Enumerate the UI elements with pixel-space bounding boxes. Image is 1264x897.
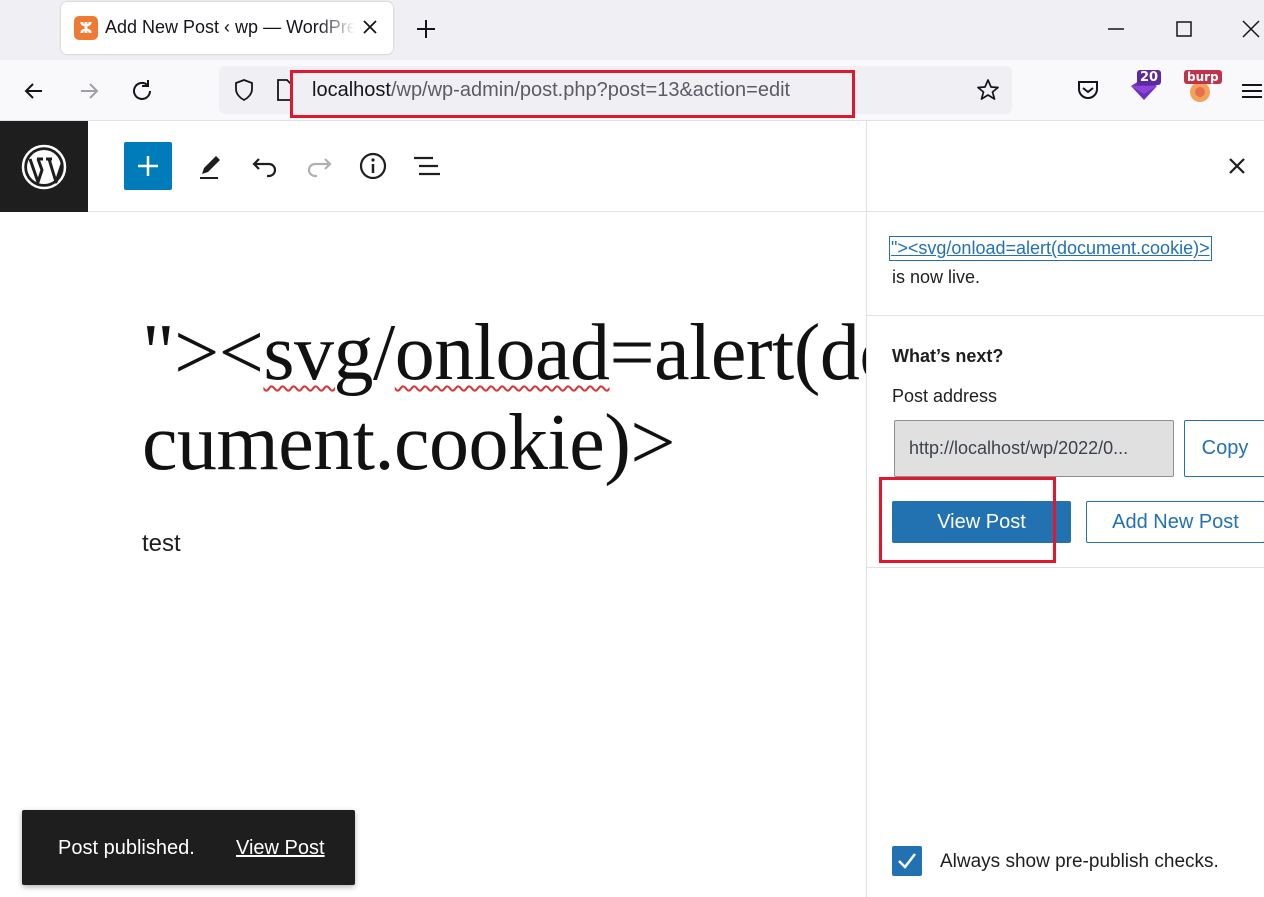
new-tab-icon[interactable] [412,15,440,43]
tab-title: Add New Post ‹ wp — WordPress [105,17,355,37]
close-window-icon[interactable] [1236,14,1264,44]
xampp-icon: ⵣ [74,16,98,40]
url-highlight-box [290,70,855,118]
menu-icon[interactable] [1238,77,1264,105]
post-title-text: / [373,309,395,397]
minimize-window-icon[interactable] [1101,14,1131,44]
snackbar-message: Post published. [58,837,195,859]
pocket-icon[interactable] [1072,74,1104,106]
copy-button[interactable]: Copy [1184,420,1264,477]
undo-icon[interactable] [249,150,281,182]
post-title[interactable]: "><svg/onload=alert(document.cookie)> [142,308,866,488]
ublock-badge: 20 [1137,70,1162,85]
wordpress-logo-button[interactable] [0,121,88,212]
ublock-extension-icon[interactable]: 20 [1127,70,1162,104]
shield-icon[interactable] [231,77,257,103]
post-title-text: ">< [142,309,264,397]
spellcheck-word: onload [394,309,610,397]
whats-next-heading: What’s next? [892,346,1004,366]
now-live-text: is now live. [892,267,981,287]
pre-publish-label: Always show pre-publish checks. [940,851,1219,872]
bookmark-star-icon[interactable] [975,77,1001,103]
editor-toolbar [88,121,866,212]
burp-badge: burp [1184,70,1222,84]
wordpress-logo-icon [21,144,67,190]
add-new-post-button[interactable]: Add New Post [1086,501,1264,543]
browser-tab-bar: ⵣ Add New Post ‹ wp — WordPress [0,0,1264,60]
post-address-field[interactable]: http://localhost/wp/2022/0... [894,420,1174,477]
post-live-section: "><svg/onload=alert(document.cookie)> is… [867,212,1264,316]
panel-header [867,121,1264,212]
list-view-icon[interactable] [411,150,443,182]
checkmark-icon [898,853,916,869]
burp-extension-icon[interactable]: burp [1183,70,1222,104]
browser-tab-active[interactable]: ⵣ Add New Post ‹ wp — WordPress [61,2,393,54]
published-post-link[interactable]: "><svg/onload=alert(document.cookie)> [889,236,1212,261]
snackbar-view-post-link[interactable]: View Post [236,837,325,860]
post-address-label: Post address [892,386,998,406]
back-icon[interactable] [20,77,48,105]
view-post-highlight-box [879,477,1056,563]
block-inserter-button[interactable] [124,142,172,190]
spellcheck-word: svg [263,309,374,397]
maximize-window-icon[interactable] [1169,14,1199,44]
tab-close-icon[interactable] [358,15,382,39]
pre-publish-checkbox[interactable] [892,846,922,876]
edit-pencil-icon[interactable] [194,150,226,182]
plus-icon [138,156,158,176]
paragraph-block[interactable]: test [142,530,181,558]
details-info-icon[interactable] [357,150,389,182]
redo-icon[interactable] [303,150,335,182]
snackbar-notice: Post published. View Post [22,810,355,885]
forward-icon[interactable] [75,77,103,105]
reload-icon[interactable] [128,77,156,105]
editor-canvas: "><svg/onload=alert(document.cookie)> te… [0,212,866,897]
close-panel-icon[interactable] [1225,154,1249,178]
